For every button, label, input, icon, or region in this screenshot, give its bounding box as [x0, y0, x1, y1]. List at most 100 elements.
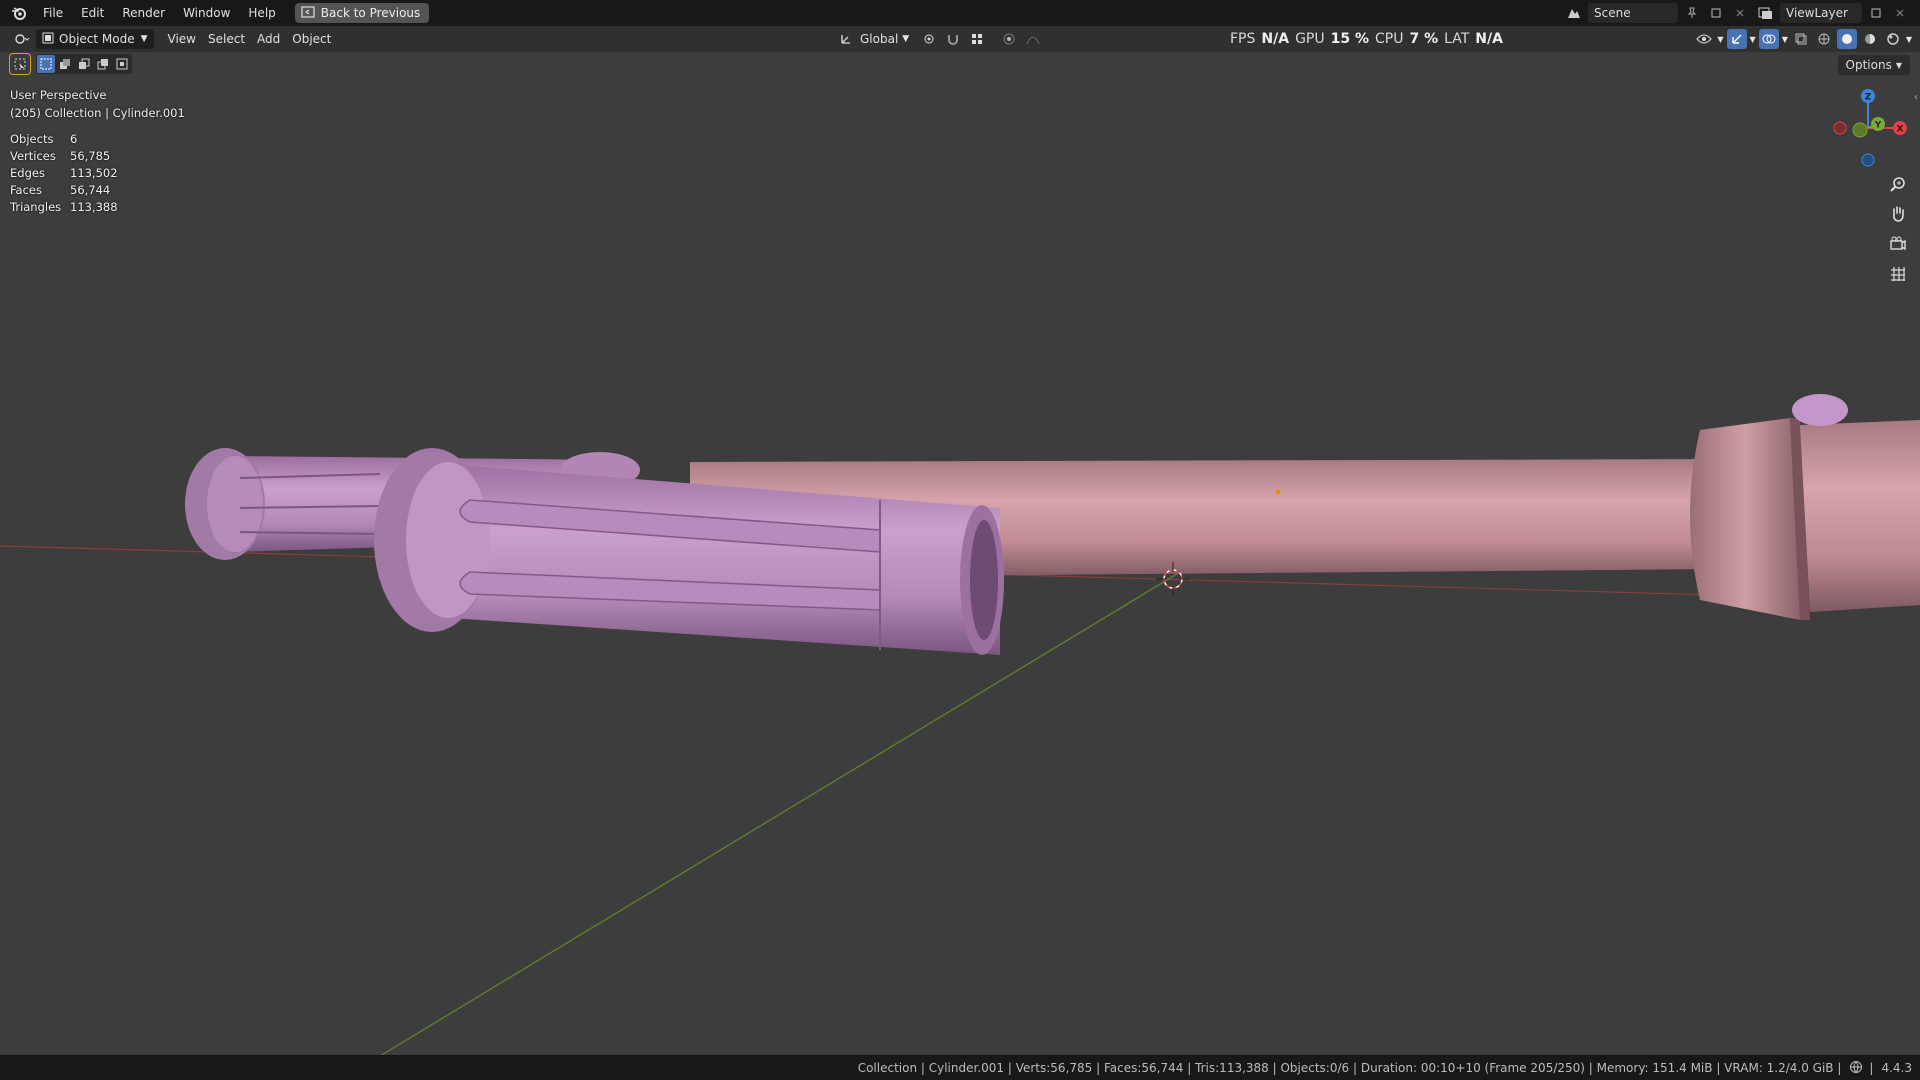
- menu-help[interactable]: Help: [239, 6, 284, 20]
- menu-render[interactable]: Render: [113, 6, 174, 20]
- stat-value: 113,388: [70, 200, 118, 214]
- stat-label: Objects: [10, 132, 54, 146]
- object-mode-icon: [42, 32, 54, 47]
- snap-target-icon[interactable]: [967, 29, 987, 49]
- pink-collar-right[interactable]: [1690, 394, 1920, 620]
- back-to-previous-button[interactable]: Back to Previous: [294, 3, 430, 23]
- xray-toggle-icon[interactable]: [1791, 29, 1811, 49]
- gizmo-y-label: Y: [1874, 121, 1882, 131]
- gizmo-neg-y-icon[interactable]: [1852, 122, 1868, 138]
- back-to-previous-label: Back to Previous: [320, 6, 421, 20]
- stat-value: 56,785: [70, 149, 111, 163]
- menu-window[interactable]: Window: [174, 6, 239, 20]
- editor-type-icon[interactable]: [12, 29, 32, 49]
- options-label: Options: [1845, 58, 1892, 72]
- gizmo-x-label: X: [1897, 125, 1904, 135]
- snap-toggle-icon[interactable]: [943, 29, 963, 49]
- select-extend-icon[interactable]: [56, 55, 74, 73]
- fps-label: FPS: [1230, 31, 1256, 47]
- stat-value: 113,502: [70, 166, 118, 180]
- menu-add[interactable]: Add: [251, 29, 286, 49]
- stat-row: Triangles 113,388: [10, 199, 118, 216]
- viewport-canvas[interactable]: [0, 52, 1920, 1056]
- solid-shading-icon[interactable]: [1836, 29, 1857, 49]
- sidebar-toggle-icon[interactable]: ‹: [1914, 92, 1918, 103]
- menu-select[interactable]: Select: [202, 29, 251, 49]
- pin-icon[interactable]: [1682, 3, 1702, 23]
- navigation-gizmo[interactable]: Z Y X: [1822, 84, 1910, 172]
- status-text: Collection | Cylinder.001 | Verts:56,785…: [857, 1061, 1842, 1075]
- object-origin-point: [1275, 489, 1281, 495]
- menu-view[interactable]: View: [162, 29, 202, 49]
- chevron-down-icon: ▼: [1717, 34, 1724, 44]
- select-intersect-icon[interactable]: [113, 55, 131, 73]
- select-subtract-icon[interactable]: [75, 55, 93, 73]
- view-layer-icon[interactable]: [1756, 3, 1776, 23]
- fps-value: N/A: [1261, 31, 1290, 47]
- menu-object[interactable]: Object: [286, 29, 337, 49]
- performance-readout: FPS N/A GPU 15 % CPU 7 % LAT N/A: [1230, 26, 1503, 52]
- orthographic-grid-icon[interactable]: [1886, 262, 1910, 286]
- sep: |: [1869, 1061, 1874, 1075]
- 3d-viewport[interactable]: [0, 52, 1920, 1056]
- pan-hand-icon[interactable]: [1886, 202, 1910, 226]
- options-dropdown[interactable]: Options ▼: [1837, 55, 1910, 75]
- lat-value: N/A: [1475, 31, 1503, 47]
- zoom-icon[interactable]: [1886, 172, 1910, 196]
- active-collection-text: (205) Collection | Cylinder.001: [10, 106, 185, 120]
- gpu-label: GPU: [1295, 31, 1325, 47]
- scene-icon[interactable]: [1564, 3, 1584, 23]
- wireframe-shading-icon[interactable]: [1814, 29, 1834, 49]
- stat-value: 56,744: [70, 183, 111, 197]
- chevron-down-icon: ▼: [1895, 60, 1902, 70]
- version-text: 4.4.3: [1881, 1061, 1912, 1075]
- overlays-toggle-icon[interactable]: [1758, 29, 1779, 49]
- new-scene-icon[interactable]: [1706, 3, 1726, 23]
- gizmo-z-label: Z: [1865, 93, 1872, 103]
- select-new-icon[interactable]: [37, 55, 55, 73]
- delete-scene-icon[interactable]: [1730, 3, 1750, 23]
- chevron-down-icon: ▼: [140, 34, 148, 44]
- delete-view-layer-icon[interactable]: [1890, 3, 1910, 23]
- chevron-down-icon: ▼: [1781, 34, 1788, 44]
- visibility-eye-icon[interactable]: [1694, 29, 1714, 49]
- view-layer-field[interactable]: ViewLayer: [1780, 3, 1862, 23]
- top-menu-bar: File Edit Render Window Help Back to Pre…: [0, 0, 1920, 26]
- select-box-tool-icon[interactable]: [9, 53, 31, 75]
- view-perspective-text: User Perspective: [10, 88, 107, 102]
- stat-row: Faces 56,744: [10, 182, 118, 199]
- status-bar: Collection | Cylinder.001 | Verts:56,785…: [0, 1056, 1920, 1080]
- blender-logo-icon[interactable]: [10, 4, 28, 22]
- network-globe-icon[interactable]: [1849, 1060, 1863, 1077]
- cpu-label: CPU: [1375, 31, 1404, 47]
- viewport-navigation: [1886, 172, 1910, 286]
- viewport-info-overlay: User Perspective (205) Collection | Cyli…: [10, 86, 185, 122]
- rendered-shading-icon[interactable]: [1883, 29, 1903, 49]
- scene-selector: Scene: [1564, 3, 1750, 23]
- select-invert-icon[interactable]: [94, 55, 112, 73]
- menu-file[interactable]: File: [34, 6, 72, 20]
- falloff-icon[interactable]: [1023, 29, 1043, 49]
- object-mode-label: Object Mode: [59, 32, 135, 46]
- selection-tools: [9, 53, 132, 75]
- transform-orientation-icon[interactable]: [836, 29, 856, 49]
- object-mode-dropdown[interactable]: Object Mode ▼: [36, 29, 154, 49]
- menu-edit[interactable]: Edit: [72, 6, 113, 20]
- pivot-point-icon[interactable]: [919, 29, 939, 49]
- stat-row: Objects 6: [10, 131, 118, 148]
- proportional-editing-icon[interactable]: [999, 29, 1019, 49]
- scene-name-field[interactable]: Scene: [1588, 3, 1678, 23]
- gizmo-neg-x-icon[interactable]: [1833, 121, 1847, 135]
- camera-view-icon[interactable]: [1886, 232, 1910, 256]
- new-view-layer-icon[interactable]: [1866, 3, 1886, 23]
- viewport-display-tools: ▼ ▼ ▼ ▼: [1694, 29, 1912, 49]
- transform-tools: Global ▼: [836, 29, 1043, 49]
- back-screen-icon: [301, 5, 315, 21]
- transform-orientation-dropdown[interactable]: Global: [860, 32, 898, 46]
- stat-label: Vertices: [10, 149, 56, 163]
- selection-mode-group: [36, 54, 132, 74]
- material-shading-icon[interactable]: [1860, 29, 1880, 49]
- gizmo-neg-z-icon[interactable]: [1861, 153, 1875, 167]
- gizmo-toggle-icon[interactable]: [1726, 29, 1747, 49]
- view-layer-name: ViewLayer: [1786, 6, 1848, 20]
